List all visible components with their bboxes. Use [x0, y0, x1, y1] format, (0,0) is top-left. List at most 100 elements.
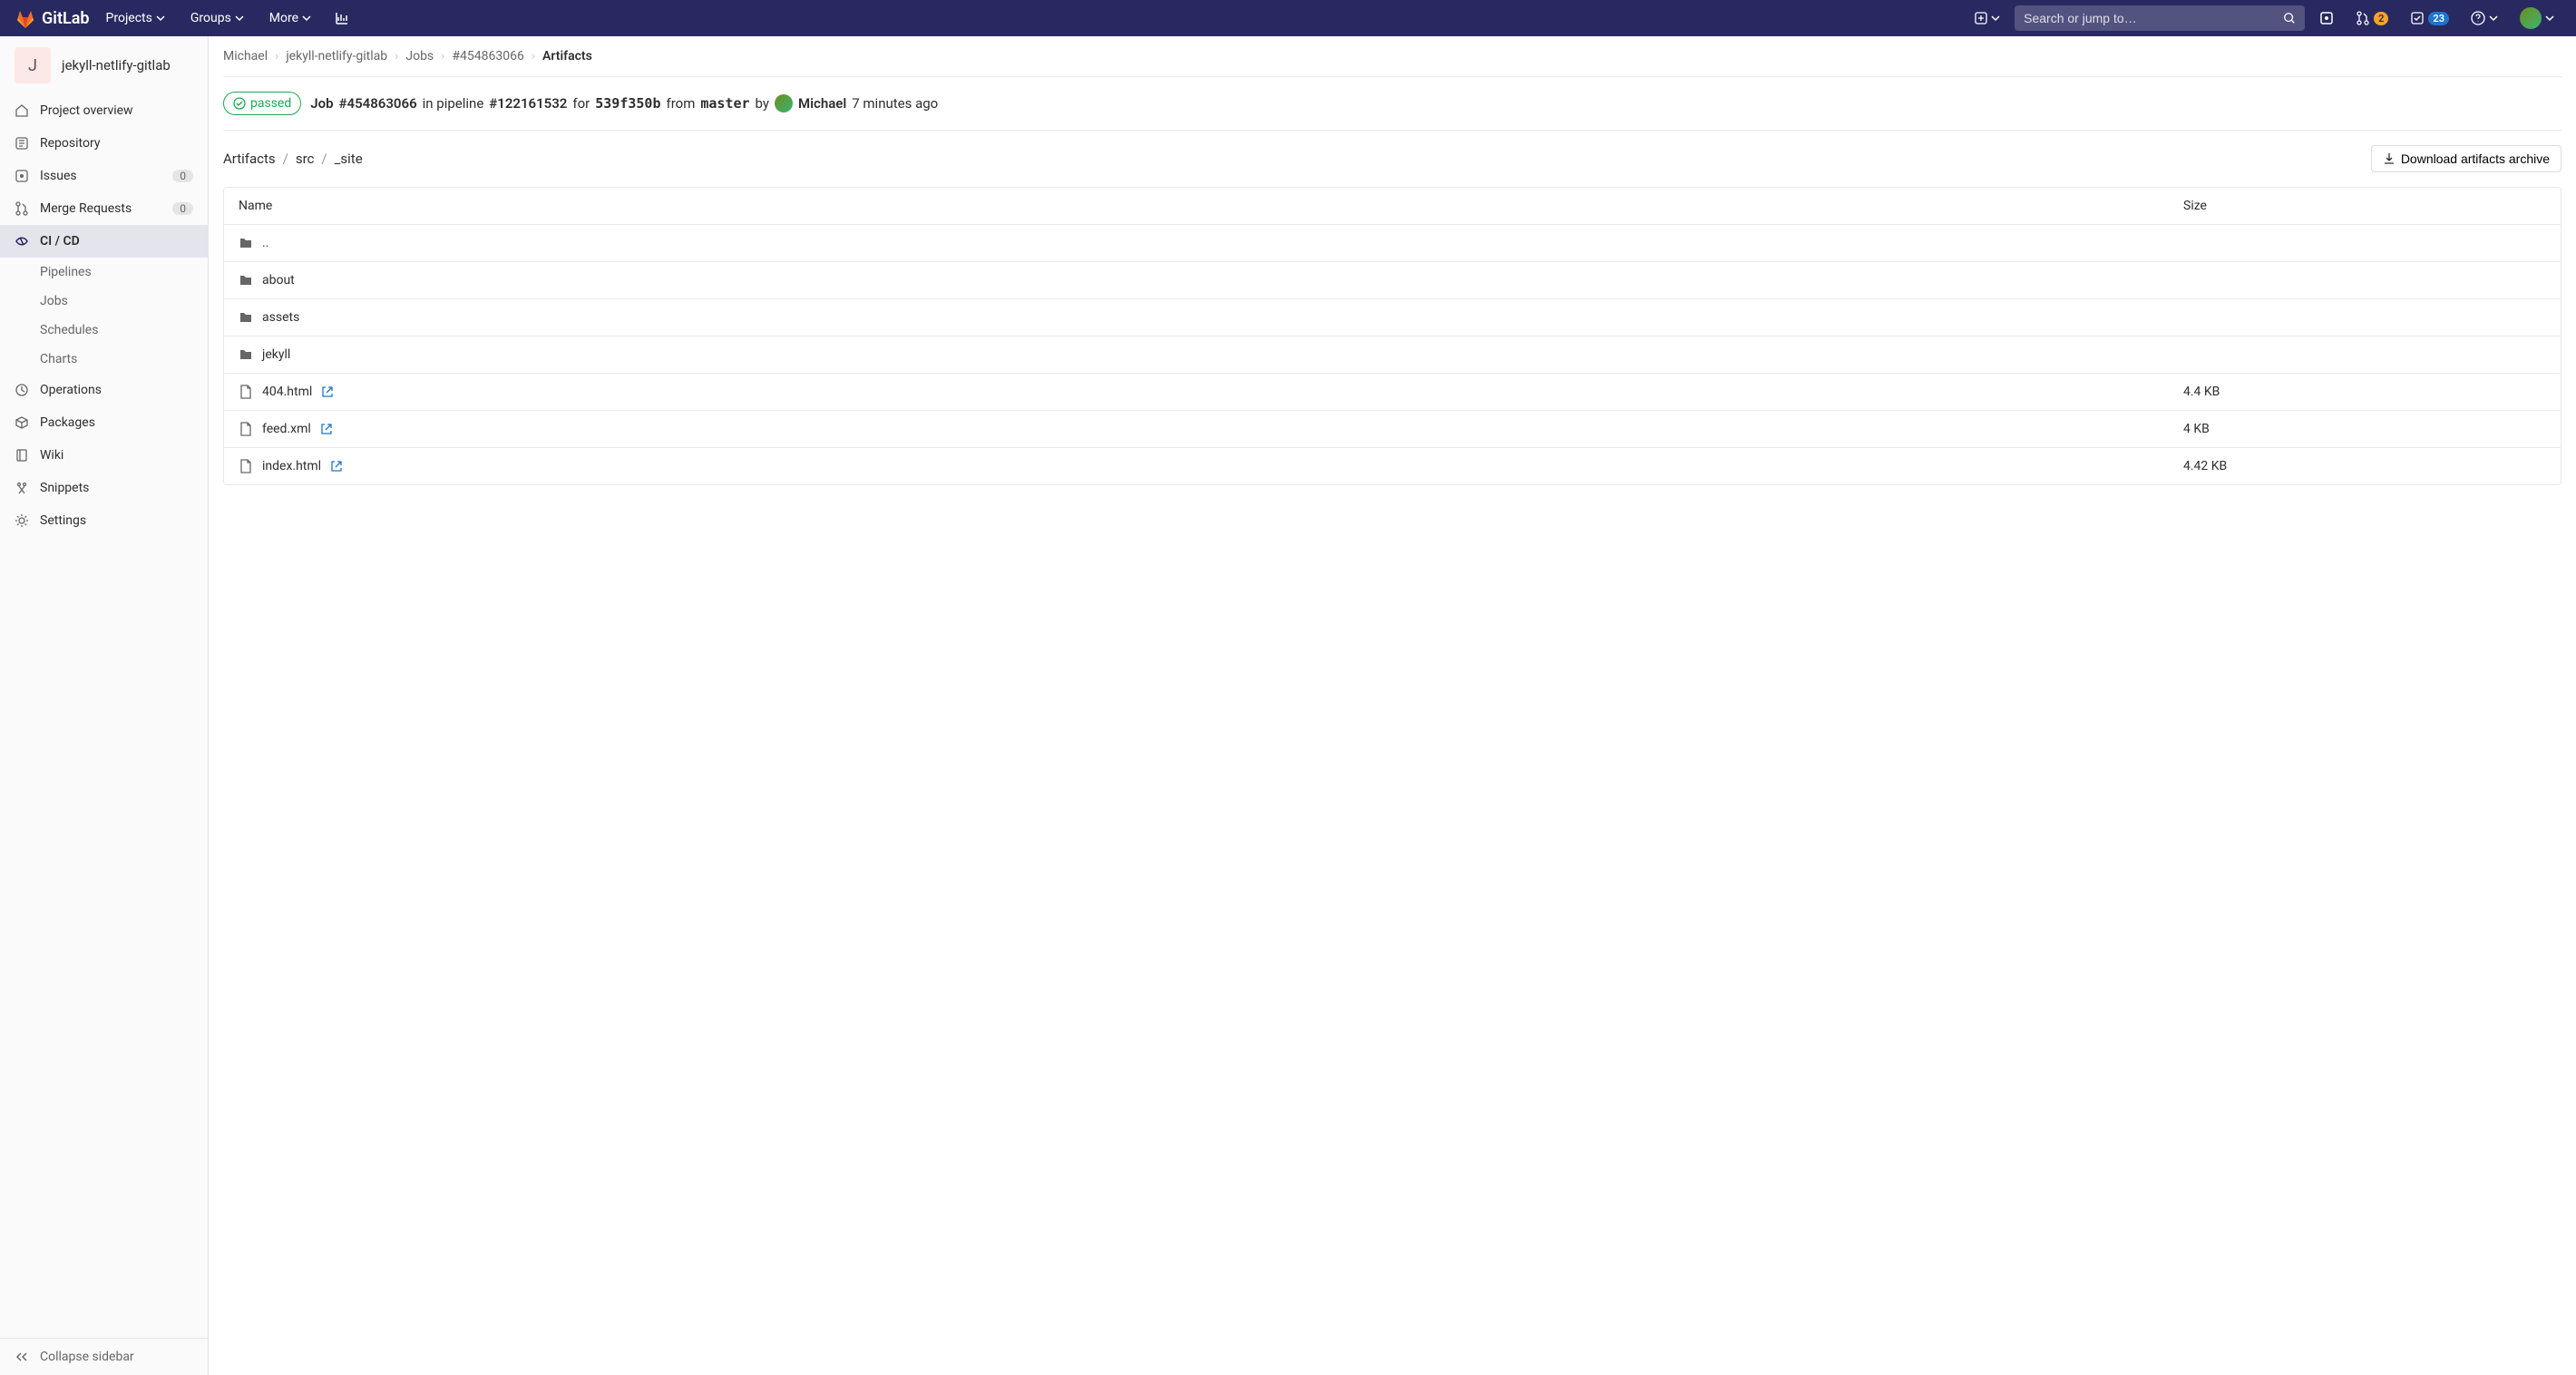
file-row[interactable]: about [224, 262, 2561, 299]
nav-issues[interactable] [2312, 5, 2341, 31]
merge-request-icon [2356, 11, 2370, 25]
breadcrumb-link[interactable]: jekyll-netlify-gitlab [286, 49, 387, 63]
sidebar-icon [15, 234, 29, 249]
chevron-down-icon [2489, 14, 2498, 23]
commit-sha[interactable]: 539f350b [595, 95, 660, 112]
breadcrumb-link[interactable]: Michael [223, 49, 268, 63]
sidebar-item-issues[interactable]: Issues0 [0, 160, 208, 192]
sidebar-item-label: Snippets [40, 481, 89, 495]
external-link-icon[interactable] [330, 460, 343, 473]
sidebar-item-merge-requests[interactable]: Merge Requests 0 [0, 192, 208, 225]
todo-icon [2410, 11, 2425, 25]
collapse-sidebar[interactable]: Collapse sidebar [0, 1338, 208, 1375]
file-name[interactable]: feed.xml [262, 422, 311, 436]
breadcrumb-link[interactable]: Jobs [405, 49, 434, 63]
sidebar-project-header[interactable]: J jekyll-netlify-gitlab [0, 36, 208, 94]
chevron-down-icon [235, 14, 244, 23]
nav-todos[interactable]: 23 [2403, 5, 2456, 31]
collapse-icon [15, 1350, 29, 1364]
path-segment[interactable]: Artifacts [223, 151, 276, 167]
nav-projects[interactable]: Projects [97, 0, 174, 36]
sidebar-item-label: Packages [40, 415, 95, 430]
artifacts-path: Artifacts/src/_site [223, 151, 363, 167]
gitlab-logo[interactable]: GitLab [15, 7, 90, 29]
chevron-down-icon [1991, 14, 2000, 23]
brand-text: GitLab [42, 9, 90, 28]
nav-more[interactable]: More [260, 0, 320, 36]
file-name[interactable]: 404.html [262, 385, 312, 399]
file-row[interactable]: index.html 4.42 KB [224, 448, 2561, 484]
breadcrumb-current: Artifacts [542, 49, 592, 63]
sidebar-item-packages[interactable]: Packages [0, 406, 208, 439]
branch-name[interactable]: master [700, 95, 749, 112]
nav-plus[interactable] [1967, 6, 2007, 30]
top-navbar: GitLab Projects Groups More [0, 0, 2576, 36]
gitlab-icon [15, 7, 36, 29]
file-row[interactable]: jekyll [224, 336, 2561, 374]
path-segment[interactable]: src [296, 151, 315, 167]
file-name[interactable]: index.html [262, 459, 321, 473]
breadcrumb-link[interactable]: #454863066 [452, 49, 523, 63]
breadcrumb-separator: › [275, 49, 278, 63]
file-row[interactable]: .. [224, 225, 2561, 262]
download-icon [2383, 152, 2395, 165]
sidebar-icon [15, 513, 29, 528]
author-name[interactable]: Michael [798, 95, 846, 112]
sidebar-subitem-jobs[interactable]: Jobs [0, 287, 208, 316]
status-badge-passed[interactable]: passed [223, 92, 301, 115]
search-icon[interactable] [2283, 12, 2296, 24]
sidebar-subitem-schedules[interactable]: Schedules [0, 316, 208, 345]
sidebar-item-ci-cd[interactable]: CI / CD [0, 225, 208, 258]
sidebar-item-settings[interactable]: Settings [0, 504, 208, 537]
todo-count-badge: 23 [2428, 12, 2449, 25]
sidebar-subitem-charts[interactable]: Charts [0, 345, 208, 374]
chevron-down-icon [302, 14, 311, 23]
nav-activity[interactable] [327, 5, 356, 31]
sidebar-item-label: Project overview [40, 103, 133, 118]
author-avatar[interactable] [775, 94, 793, 112]
file-icon [239, 459, 253, 473]
sidebar-item-snippets[interactable]: Snippets [0, 472, 208, 504]
nav-help[interactable] [2464, 5, 2505, 31]
folder-icon [239, 273, 253, 288]
job-id[interactable]: #454863066 [339, 95, 417, 112]
file-name[interactable]: about [262, 273, 295, 288]
sidebar-item-label: Issues [40, 169, 77, 183]
nav-user-menu[interactable] [2513, 2, 2561, 34]
file-size: 4.4 KB [2183, 385, 2546, 399]
folder-icon [239, 347, 253, 362]
plus-icon [1975, 12, 1987, 24]
sidebar-item-operations[interactable]: Operations [0, 374, 208, 406]
nav-merge-requests[interactable]: 2 [2348, 5, 2395, 31]
breadcrumbs: Michael › jekyll-netlify-gitlab › Jobs › #4548… [223, 36, 2561, 77]
folder-icon [239, 236, 253, 250]
file-row[interactable]: feed.xml 4 KB [224, 411, 2561, 448]
sidebar-item-label: Merge Requests [40, 201, 132, 216]
search-container [2015, 5, 2305, 31]
sidebar-icon [15, 415, 29, 430]
sidebar-item-wiki[interactable]: Wiki [0, 439, 208, 472]
sidebar-subitem-pipelines[interactable]: Pipelines [0, 258, 208, 287]
sidebar-item-repository[interactable]: Repository [0, 127, 208, 160]
sidebar-icon [15, 136, 29, 151]
file-name[interactable]: .. [262, 236, 268, 250]
external-link-icon[interactable] [321, 385, 334, 398]
file-name[interactable]: assets [262, 310, 299, 325]
external-link-icon[interactable] [320, 423, 333, 435]
breadcrumb-separator: › [395, 49, 398, 63]
search-input[interactable] [2024, 11, 2283, 25]
sidebar-badge: 0 [172, 202, 193, 215]
file-name[interactable]: jekyll [262, 347, 290, 362]
breadcrumb-separator: › [532, 49, 535, 63]
sidebar-item-project-overview[interactable]: Project overview [0, 94, 208, 127]
sidebar-icon [15, 201, 29, 216]
sidebar-item-label: CI / CD [40, 234, 80, 249]
file-row[interactable]: assets [224, 299, 2561, 336]
pipeline-id[interactable]: #122161532 [489, 95, 567, 112]
sidebar-icon [15, 448, 29, 463]
nav-groups[interactable]: Groups [181, 0, 253, 36]
download-artifacts-button[interactable]: Download artifacts archive [2371, 145, 2561, 172]
job-time: 7 minutes ago [852, 95, 938, 112]
file-row[interactable]: 404.html 4.4 KB [224, 374, 2561, 411]
sidebar-item-label: Settings [40, 513, 86, 528]
